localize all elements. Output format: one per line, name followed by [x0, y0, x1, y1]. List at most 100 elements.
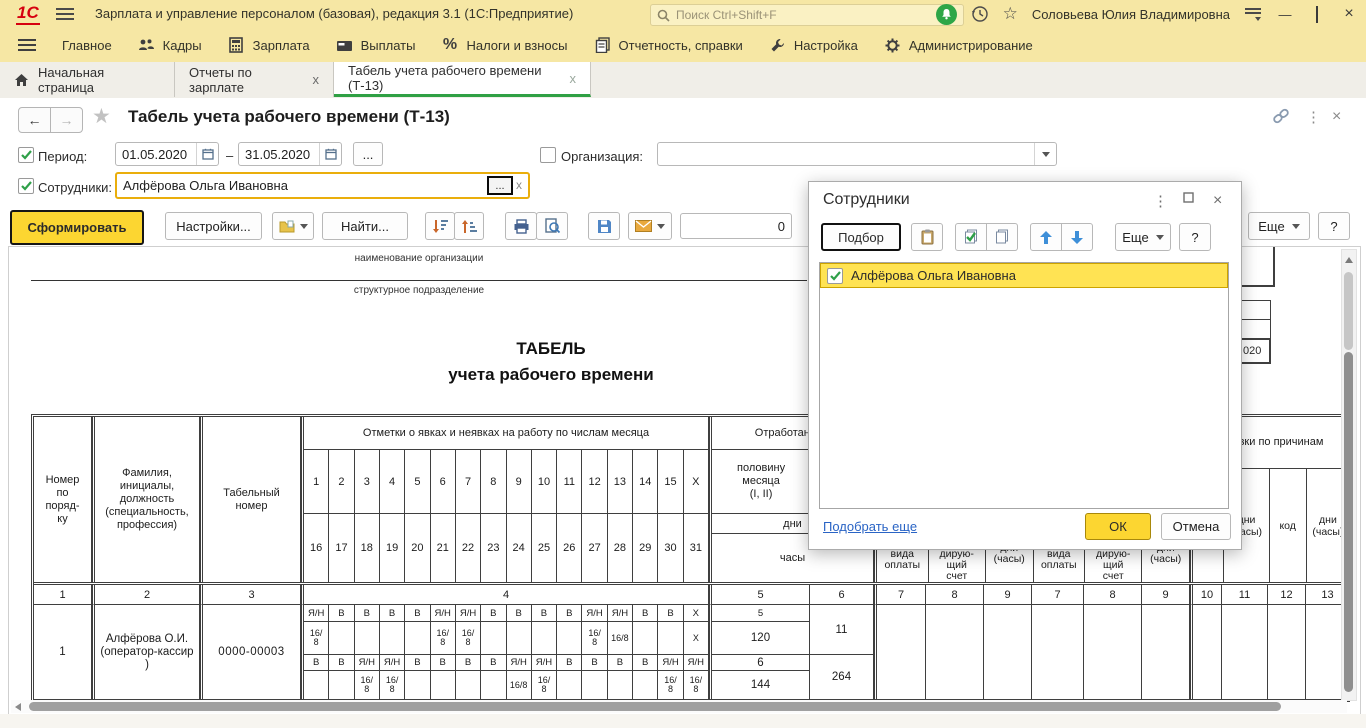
dialog-close-icon[interactable]: × [1213, 192, 1222, 210]
forward-button[interactable]: → [50, 107, 83, 133]
employees-checkbox[interactable] [18, 178, 34, 194]
tab-home[interactable]: Начальная страница [0, 62, 175, 97]
period-to-input[interactable]: 31.05.2020 [238, 142, 342, 166]
day-data-column: ВЯ/Н16/ 8 [380, 605, 405, 699]
form-more-kebab-icon[interactable]: ⋮ [1306, 108, 1321, 126]
day-code-bottom-cell: В [431, 655, 455, 671]
add-to-favorites-star-icon[interactable]: ★ [92, 104, 111, 129]
calendar-icon[interactable] [196, 143, 218, 165]
vertical-scrollbar[interactable] [1341, 249, 1357, 701]
organization-checkbox[interactable] [540, 147, 556, 163]
dialog-maximize-icon[interactable] [1183, 192, 1194, 203]
day-hours-bottom-cell: 16/8 [507, 671, 531, 699]
period-from-input[interactable]: 01.05.2020 [115, 142, 219, 166]
day-code-bottom-cell: В [405, 655, 429, 671]
sort-ascending-icon[interactable] [454, 212, 484, 240]
pick-button[interactable]: Подбор [821, 223, 901, 251]
save-icon[interactable] [588, 212, 620, 240]
more-actions-button[interactable]: Еще [1248, 212, 1310, 240]
checkbox-checked-icon[interactable] [827, 268, 843, 284]
day-data-column: ВВ [405, 605, 430, 699]
clear-field-icon[interactable]: x [516, 178, 522, 192]
tab-salary-reports[interactable]: Отчеты по зарплатеx [175, 62, 334, 97]
favorites-star-icon[interactable]: ☆ [1003, 4, 1018, 24]
day-hours-bottom-cell [608, 671, 632, 699]
get-link-icon[interactable] [1272, 108, 1290, 124]
sections-menu-icon[interactable] [18, 36, 36, 54]
print-icon[interactable] [505, 212, 537, 240]
horizontal-scrollbar[interactable] [11, 700, 1347, 713]
scroll-up-arrow-icon[interactable] [1345, 257, 1353, 263]
sort-descending-icon[interactable] [425, 212, 455, 240]
settings-button[interactable]: Настройки... [165, 212, 262, 240]
horizontal-scrollbar-thumb[interactable] [29, 702, 1281, 711]
half2-hours-cell: 144 [712, 671, 809, 699]
col-header-tab-number: Табельный номер [200, 417, 301, 582]
menu-item-payments[interactable]: Выплаты [336, 37, 416, 54]
history-icon[interactable] [971, 5, 989, 23]
day-code-bottom-cell: В [304, 655, 328, 671]
absence-col-header: код [1270, 469, 1307, 582]
menu-item-salary[interactable]: Зарплата [228, 37, 310, 54]
month-hours-cell: 264 [810, 655, 873, 699]
close-window-button[interactable]: × [1340, 5, 1358, 23]
close-form-icon[interactable]: × [1332, 108, 1341, 126]
column-number-cell: 8 [926, 585, 984, 605]
print-preview-icon[interactable] [536, 212, 568, 240]
dropdown-arrow-icon[interactable] [1034, 143, 1056, 165]
help-button[interactable]: ? [1318, 212, 1350, 240]
close-tab-icon[interactable]: x [570, 71, 577, 86]
day-code-top-cell: В [507, 605, 531, 622]
vertical-scrollbar-segment[interactable] [1344, 272, 1353, 350]
menu-item-taxes[interactable]: % Налоги и взносы [441, 37, 567, 54]
period-checkbox[interactable] [18, 147, 34, 163]
cancel-button[interactable]: Отмена [1161, 513, 1231, 540]
empty-data-cell [1190, 605, 1222, 699]
find-button[interactable]: Найти... [322, 212, 408, 240]
generate-report-button[interactable]: Сформировать [10, 210, 144, 245]
global-search-input[interactable]: Поиск Ctrl+Shift+F [650, 4, 964, 26]
restore-button[interactable] [1308, 7, 1326, 22]
notifications-icon[interactable] [936, 4, 957, 25]
dialog-help-button[interactable]: ? [1179, 223, 1211, 251]
report-variants-button[interactable] [272, 212, 314, 240]
paste-icon[interactable] [911, 223, 943, 251]
tab-timesheet-t13[interactable]: Табель учета рабочего времени (Т-13)x [334, 62, 591, 97]
menu-item-main[interactable]: Главное [62, 38, 112, 53]
scroll-left-arrow-icon[interactable] [15, 703, 21, 711]
day-hours-bottom-cell [582, 671, 606, 699]
employee-list-item[interactable]: Алфёрова Ольга Ивановна [820, 263, 1228, 288]
dialog-kebab-icon[interactable]: ⋮ [1153, 192, 1168, 210]
move-up-icon[interactable] [1030, 223, 1062, 251]
dialog-more-button[interactable]: Еще [1115, 223, 1171, 251]
current-user[interactable]: Соловьева Юлия Владимировна [1032, 7, 1230, 22]
back-button[interactable]: ← [18, 107, 51, 133]
menu-item-settings[interactable]: Настройка [769, 37, 858, 54]
check-all-icon[interactable] [955, 223, 987, 251]
org-name-caption: наименование организации [31, 253, 807, 264]
row-count-field[interactable]: 0 [680, 213, 792, 239]
uncheck-all-icon[interactable] [986, 223, 1018, 251]
menu-item-administration[interactable]: Администрирование [884, 37, 1033, 54]
period-variants-button[interactable]: ... [353, 142, 383, 166]
ok-button[interactable]: ОК [1085, 513, 1151, 540]
minimize-button[interactable]: — [1276, 7, 1294, 22]
menu-item-personnel[interactable]: Кадры [138, 37, 202, 54]
calendar-icon[interactable] [319, 143, 341, 165]
day-code-top-cell: Я/Н [304, 605, 328, 622]
vertical-scrollbar-thumb[interactable] [1344, 352, 1353, 692]
employees-select-button[interactable]: ... [487, 176, 513, 195]
day-hours-bottom-cell: 16/ 8 [684, 671, 708, 699]
move-down-icon[interactable] [1061, 223, 1093, 251]
pick-more-link[interactable]: Подобрать еще [823, 519, 917, 534]
employees-input[interactable]: Алфёрова Ольга Ивановна [115, 172, 530, 199]
column-number-cell: 12 [1268, 585, 1306, 605]
send-email-icon[interactable] [628, 212, 672, 240]
day-header-cell: 25 [532, 514, 557, 582]
service-menu-icon[interactable] [1244, 6, 1262, 22]
main-menu-icon[interactable] [56, 5, 74, 21]
menu-item-reporting[interactable]: Отчетность, справки [594, 37, 743, 54]
row-number-cell: 1 [34, 605, 92, 699]
close-tab-icon[interactable]: x [313, 72, 320, 87]
organization-combo[interactable] [657, 142, 1057, 166]
